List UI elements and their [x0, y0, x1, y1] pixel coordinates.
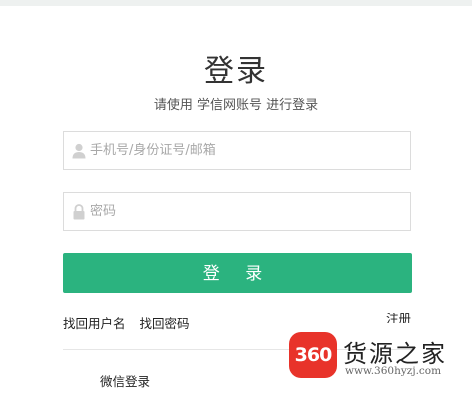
password-field[interactable]	[63, 192, 411, 231]
recovery-links: 找回用户名 找回密码	[63, 313, 200, 332]
login-button[interactable]: 登 录	[63, 253, 412, 293]
user-icon	[72, 143, 86, 159]
find-password-link[interactable]: 找回密码	[140, 316, 190, 331]
find-username-link[interactable]: 找回用户名	[63, 316, 126, 331]
register-link[interactable]: 注册	[386, 313, 411, 323]
lock-icon	[73, 204, 85, 220]
top-strip	[0, 0, 472, 6]
wechat-login-link[interactable]: 微信登录	[100, 371, 150, 390]
watermark-name: 货源之家	[343, 340, 447, 368]
password-input[interactable]	[90, 193, 400, 230]
username-input[interactable]	[90, 132, 400, 169]
watermark-logo: 360 货源之家 www.360hyzj.com	[289, 332, 472, 380]
page-subtitle: 请使用 学信网账号 进行登录	[153, 98, 319, 113]
page-title: 登录	[204, 54, 268, 89]
login-page: 登录 请使用 学信网账号 进行登录 登 录 找回用户名 找回密码 注册 微信登录…	[0, 0, 472, 405]
username-field[interactable]	[63, 131, 411, 170]
watermark-url: www.360hyzj.com	[345, 365, 442, 377]
watermark-badge: 360	[289, 332, 337, 378]
